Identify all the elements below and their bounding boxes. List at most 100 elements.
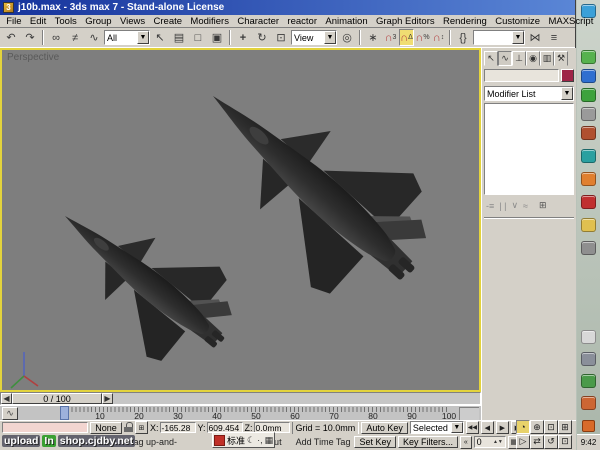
frame-spinner[interactable]: ▲▼ xyxy=(493,440,503,445)
redo-icon[interactable]: ↷ xyxy=(21,29,39,46)
zoom-icon[interactable]: ◔ xyxy=(516,420,530,434)
desktop-icon-10[interactable] xyxy=(581,218,596,232)
desktop-icon-5[interactable] xyxy=(581,107,596,121)
menu-graph-editors[interactable]: Graph Editors xyxy=(372,16,439,27)
menu-file[interactable]: File xyxy=(2,16,26,27)
select-scale-icon[interactable]: ⊡ xyxy=(272,29,290,46)
absolute-offset-toggle-icon[interactable]: ⊞ xyxy=(135,421,148,434)
zoom-extents-icon[interactable]: ⊡ xyxy=(544,420,558,434)
set-key-button[interactable]: Set Key xyxy=(354,436,396,448)
key-mode-dropdown[interactable]: Selected ▼ xyxy=(410,421,464,434)
arc-rotate-icon[interactable]: ↺ xyxy=(544,435,558,449)
previous-frame-icon[interactable]: ◀ xyxy=(481,421,494,434)
tab-utilities-icon[interactable]: ⚒ xyxy=(554,51,568,66)
configure-modifier-sets-icon[interactable]: ⊞ xyxy=(537,199,549,213)
titlebar[interactable]: 3 j10b.max - 3ds max 7 - Stand-alone Lic… xyxy=(0,0,575,15)
zoom-extents-all-icon[interactable]: ⊞ xyxy=(558,420,572,434)
menu-modifiers[interactable]: Modifiers xyxy=(186,16,233,27)
named-selection-dropdown[interactable]: ▼ xyxy=(473,30,525,45)
desktop-icon-13[interactable] xyxy=(581,352,596,366)
window-crossing-icon[interactable]: ▣ xyxy=(208,29,226,46)
undo-icon[interactable]: ↶ xyxy=(2,29,20,46)
menu-rendering[interactable]: Rendering xyxy=(439,16,491,27)
align-icon[interactable]: ≡ xyxy=(545,29,563,46)
pan-icon[interactable]: ⇄ xyxy=(530,435,544,449)
perspective-viewport[interactable]: Perspective xyxy=(0,48,481,392)
reference-coordsys-dropdown[interactable]: View ▼ xyxy=(291,30,337,45)
mini-curve-editor-button[interactable]: ∿ xyxy=(2,407,18,420)
track-bar-end-button[interactable] xyxy=(459,407,479,420)
angle-snap-icon[interactable]: ∩Δ xyxy=(399,29,414,46)
tab-hierarchy-icon[interactable]: ⊥ xyxy=(512,51,526,66)
menu-views[interactable]: Views xyxy=(116,16,150,27)
spinner-snap-icon[interactable]: ∩↕ xyxy=(431,29,446,46)
chevron-down-icon[interactable]: ▼ xyxy=(324,31,336,44)
chevron-down-icon[interactable]: ▼ xyxy=(137,31,149,44)
desktop-icon-12[interactable] xyxy=(581,330,596,344)
pin-stack-icon[interactable]: -≡ xyxy=(484,199,496,213)
tab-display-icon[interactable]: ▥ xyxy=(540,51,554,66)
go-to-start-icon[interactable]: ◀◀ xyxy=(466,421,479,434)
desktop-icon-11[interactable] xyxy=(581,241,596,255)
chevron-down-icon[interactable]: ▼ xyxy=(451,422,463,433)
desktop-icon-14[interactable] xyxy=(581,374,596,388)
time-slider-next-icon[interactable]: ▶ xyxy=(102,393,113,404)
named-selection-sets-icon[interactable]: {} xyxy=(454,29,472,46)
desktop-icon-3[interactable] xyxy=(581,69,596,83)
make-unique-icon[interactable]: ∨ xyxy=(509,199,520,213)
ime-softkeyboard-icon[interactable]: ▦ xyxy=(265,435,274,446)
menu-maxscript[interactable]: MAXScript xyxy=(544,16,597,27)
desktop-icon-9[interactable] xyxy=(581,195,596,209)
modifier-list-dropdown[interactable]: Modifier List ▼ xyxy=(484,86,574,101)
play-animation-icon[interactable]: ▶ xyxy=(496,421,509,434)
desktop-icon-7[interactable] xyxy=(581,149,596,163)
time-slider-handle[interactable]: 0 / 100 xyxy=(12,393,102,404)
current-frame-field[interactable]: 0 ▲▼ xyxy=(474,436,506,448)
field-of-view-icon[interactable]: ▷ xyxy=(516,435,530,449)
desktop-icon-8[interactable] xyxy=(581,172,596,186)
menu-group[interactable]: Group xyxy=(81,16,116,27)
show-end-result-icon[interactable]: | | xyxy=(497,199,508,213)
zoom-all-icon[interactable]: ⊕ xyxy=(530,420,544,434)
tab-create-icon[interactable]: ↖ xyxy=(484,51,498,66)
chevron-down-icon[interactable]: ▼ xyxy=(561,87,573,100)
ime-mode-label[interactable]: 标准 xyxy=(227,434,245,447)
select-by-name-icon[interactable]: ▤ xyxy=(170,29,188,46)
ime-punctuation-icon[interactable]: ·, xyxy=(257,435,263,445)
menu-tools[interactable]: Tools xyxy=(50,16,81,27)
menu-reactor[interactable]: reactor xyxy=(283,16,321,27)
time-slider-prev-icon[interactable]: ◀ xyxy=(1,393,12,404)
ime-logo-icon[interactable] xyxy=(214,435,225,446)
select-rotate-icon[interactable]: ↻ xyxy=(253,29,271,46)
bind-spacewarp-icon[interactable]: ∿ xyxy=(85,29,103,46)
maxscript-mini-listener[interactable] xyxy=(2,422,88,433)
viewport-label[interactable]: Perspective xyxy=(7,52,59,63)
maximize-viewport-icon[interactable]: ⊡ xyxy=(558,435,572,449)
desktop-icon-15[interactable] xyxy=(581,396,596,410)
menu-character[interactable]: Character xyxy=(233,16,283,27)
key-filters-button[interactable]: Key Filters... xyxy=(398,436,458,448)
add-time-tag[interactable]: Add Time Tag xyxy=(296,437,351,447)
select-manipulate-icon[interactable]: ∗ xyxy=(364,29,382,46)
menu-edit[interactable]: Edit xyxy=(26,16,51,27)
menu-animation[interactable]: Animation xyxy=(321,16,372,27)
modifier-stack-list[interactable] xyxy=(484,103,574,195)
tray-icon[interactable] xyxy=(582,420,595,432)
percent-snap-icon[interactable]: ∩% xyxy=(415,29,430,46)
select-move-icon[interactable]: + xyxy=(234,29,252,46)
selection-lock-icon[interactable] xyxy=(124,422,133,433)
menu-customize[interactable]: Customize xyxy=(491,16,544,27)
desktop-icon-6[interactable] xyxy=(581,126,596,140)
chevron-down-icon[interactable]: ▼ xyxy=(512,31,524,44)
desktop-icon-4[interactable] xyxy=(581,88,596,102)
tab-motion-icon[interactable]: ◉ xyxy=(526,51,540,66)
ime-fullhalf-moon-icon[interactable]: ☾ xyxy=(247,435,255,446)
current-frame-marker[interactable] xyxy=(60,406,69,420)
mirror-icon[interactable]: ⋈ xyxy=(526,29,544,46)
link-icon[interactable]: ∞ xyxy=(47,29,65,46)
ime-toolbar[interactable]: 标准 ☾ ·, ▦ xyxy=(212,432,275,448)
unlink-icon[interactable]: ≠ xyxy=(66,29,84,46)
object-name-field[interactable] xyxy=(484,69,559,82)
use-center-icon[interactable]: ◎ xyxy=(338,29,356,46)
selection-filter-dropdown[interactable]: All ▼ xyxy=(104,30,150,45)
